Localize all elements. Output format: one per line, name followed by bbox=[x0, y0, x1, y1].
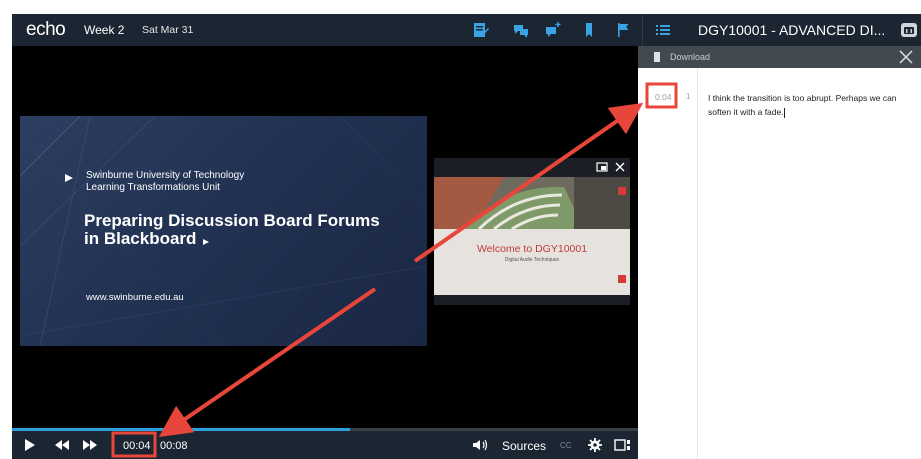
echo-logo[interactable]: echo bbox=[26, 19, 66, 41]
layout-toggle-icon[interactable] bbox=[614, 438, 632, 452]
text-cursor bbox=[783, 107, 785, 118]
rewind-icon[interactable] bbox=[54, 438, 70, 452]
close-icon[interactable] bbox=[899, 50, 913, 64]
note-text-content[interactable]: I think the transition is too abrupt. Pe… bbox=[708, 93, 897, 117]
add-question-icon[interactable] bbox=[544, 21, 562, 39]
bookmark-icon[interactable] bbox=[580, 21, 598, 39]
current-time: 00:04 bbox=[123, 440, 151, 452]
play-icon[interactable] bbox=[24, 438, 36, 452]
notes-gutter bbox=[638, 68, 698, 459]
pip-video-frame: Welcome to DGY10001 Digital Audio Techni… bbox=[434, 177, 630, 295]
picture-in-picture-video[interactable]: Welcome to DGY10001 Digital Audio Techni… bbox=[434, 158, 630, 305]
slide-url: www.swinburne.edu.au bbox=[86, 292, 184, 303]
note-timestamp[interactable]: 0:04 bbox=[655, 92, 672, 102]
echo360-player-window: echo Week 2 Sat Mar 31 DGY10001 - ADVANC… bbox=[12, 14, 921, 459]
volume-icon[interactable] bbox=[472, 438, 490, 452]
sources-button[interactable]: Sources bbox=[502, 439, 546, 453]
note-number: 1 bbox=[686, 92, 691, 101]
popout-icon[interactable] bbox=[596, 161, 608, 173]
course-title[interactable]: DGY10001 - ADVANCED DI... bbox=[698, 22, 885, 38]
player-controls: 00:04 00:08 Sources CC bbox=[12, 431, 638, 459]
flag-icon[interactable] bbox=[614, 21, 632, 39]
closed-captions-button[interactable]: CC bbox=[560, 441, 572, 450]
list-icon[interactable] bbox=[654, 21, 672, 39]
slide-background-lines bbox=[20, 116, 427, 346]
slide-unit: Learning Transformations Unit bbox=[86, 182, 220, 193]
slide-university: Swinburne University of Technology bbox=[86, 170, 245, 181]
notes-panel: Download 0:04 1 I think the transition i… bbox=[638, 46, 921, 459]
notes-icon[interactable] bbox=[472, 21, 490, 39]
week-label: Week 2 bbox=[84, 23, 125, 37]
pip-welcome-text: Welcome to DGY10001 bbox=[476, 243, 588, 255]
slide-title-line1: Preparing Discussion Board Forums bbox=[84, 211, 380, 230]
fast-forward-icon[interactable] bbox=[82, 438, 98, 452]
date-label: Sat Mar 31 bbox=[142, 24, 194, 36]
presentation-slide: Swinburne University of Technology Learn… bbox=[20, 116, 427, 346]
discussion-icon[interactable] bbox=[512, 21, 530, 39]
pip-close-icon[interactable] bbox=[614, 161, 626, 173]
note-text[interactable]: I think the transition is too abrupt. Pe… bbox=[708, 91, 913, 119]
header-divider bbox=[642, 14, 643, 46]
slide-title-line2: in Blackboard bbox=[84, 229, 197, 248]
video-area[interactable]: Swinburne University of Technology Learn… bbox=[12, 46, 638, 428]
top-bar: echo Week 2 Sat Mar 31 DGY10001 - ADVANC… bbox=[12, 14, 921, 46]
total-time: 00:08 bbox=[160, 440, 188, 452]
bookmark-small-icon bbox=[654, 52, 660, 62]
notes-panel-header: Download bbox=[638, 46, 921, 68]
pip-subtitle: Digital Audio Techniques bbox=[504, 257, 560, 263]
print-icon[interactable] bbox=[899, 21, 919, 39]
download-link[interactable]: Download bbox=[670, 52, 710, 62]
settings-icon[interactable] bbox=[588, 438, 602, 452]
